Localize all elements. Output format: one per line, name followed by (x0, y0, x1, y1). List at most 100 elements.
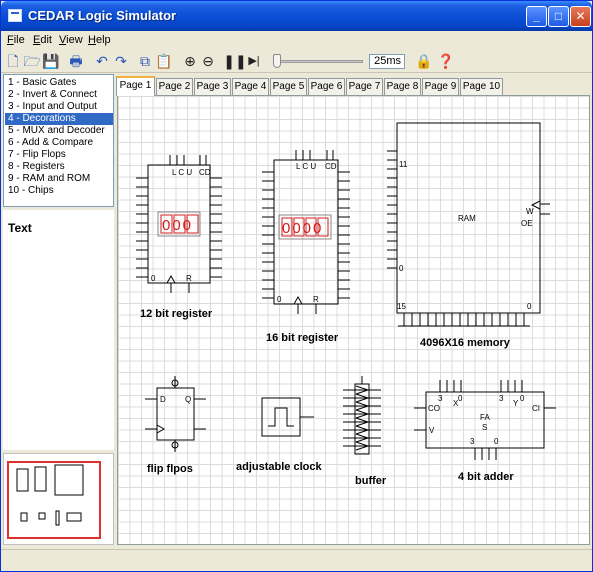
speed-value-field[interactable]: 25ms (369, 54, 405, 69)
adder-x-pin: X (453, 399, 459, 408)
ff-d-pin: D (160, 395, 166, 404)
help-icon[interactable]: ❓ (437, 52, 455, 70)
list-item[interactable]: 10 - Chips (5, 185, 113, 197)
adder-ci-pin: CI (532, 404, 540, 413)
reg16-display: 0000 (282, 220, 323, 237)
list-item[interactable]: 5 - MUX and Decoder (5, 125, 113, 137)
reg12-r-pin: R (186, 274, 192, 283)
adder-co-pin: CO (428, 404, 440, 413)
minimize-button[interactable]: _ (526, 6, 547, 27)
menu-view[interactable]: View (59, 34, 83, 46)
adder-y-pin: Y (513, 399, 519, 408)
ff-q-pin: Q (185, 395, 191, 404)
lock-icon[interactable]: 🔒 (415, 52, 433, 70)
maximize-button[interactable]: □ (548, 6, 569, 27)
list-item[interactable]: 9 - RAM and ROM (5, 173, 113, 185)
list-item[interactable]: 6 - Add & Compare (5, 137, 113, 149)
flip-flop[interactable] (145, 376, 206, 452)
adder-s-msb: 3 (470, 437, 475, 446)
tab-page-10[interactable]: Page 10 (460, 78, 503, 95)
adder-s-lsb: 0 (494, 437, 499, 446)
ram-pin-0-bottom: 0 (527, 302, 532, 311)
preview-viewport[interactable] (7, 461, 101, 539)
circuit-canvas[interactable]: L C U CD R 0 000 12 bit register L C U C… (117, 95, 590, 545)
adder-s-pin: S (482, 423, 487, 432)
menu-help[interactable]: Help (88, 34, 111, 46)
flipflop-label: flip flpos (147, 463, 193, 475)
tab-page-2[interactable]: Page 2 (156, 78, 193, 95)
ram-oe-pin: OE (521, 219, 533, 228)
speed-slider-thumb[interactable] (273, 54, 281, 68)
reg12-ctrl-pins: CD (199, 168, 211, 177)
undo-icon[interactable]: ↶ (93, 52, 111, 70)
tab-page-1[interactable]: Page 1 (116, 76, 155, 96)
circuit-drawing: L C U CD R 0 000 12 bit register L C U C… (136, 122, 556, 487)
clock-label: adjustable clock (236, 461, 322, 473)
text-component[interactable]: Text (8, 221, 32, 235)
adjustable-clock[interactable] (261, 397, 314, 437)
tab-page-5[interactable]: Page 5 (270, 78, 307, 95)
reg16-r-pin: R (313, 295, 319, 304)
page-preview[interactable] (3, 453, 114, 545)
reg12-d-pin: 0 (151, 274, 156, 283)
app-icon (8, 9, 22, 22)
list-item[interactable]: 8 - Registers (5, 161, 113, 173)
preview-thumbnail (16, 464, 84, 526)
adder-x-lsb: 0 (458, 394, 463, 403)
tab-page-7[interactable]: Page 7 (346, 78, 383, 95)
ram-w-pin: W (526, 207, 534, 216)
save-icon[interactable]: 💾 (42, 52, 60, 70)
tab-page-8[interactable]: Page 8 (384, 78, 421, 95)
reg12-display: 000 (162, 217, 193, 234)
speed-slider[interactable] (273, 60, 363, 63)
reg16-ctrl-pins: CD (325, 162, 337, 171)
list-item[interactable]: 1 - Basic Gates (5, 77, 113, 89)
copy-icon[interactable]: ⧉ (136, 52, 154, 70)
ram-name: RAM (458, 214, 476, 223)
buffer-label: buffer (355, 475, 387, 487)
buffer[interactable] (343, 376, 381, 455)
tab-page-9[interactable]: Page 9 (422, 78, 459, 95)
list-item[interactable]: 2 - Invert & Connect (5, 89, 113, 101)
toolbar: 🗋 🗁 💾 🖶 ↶ ↷ ⧉ 📋 ⊕ ⊖ ❚❚ ▶| 25ms 🔒 ❓ (1, 49, 592, 73)
adder-v-pin: V (429, 426, 435, 435)
print-icon[interactable]: 🖶 (67, 52, 85, 70)
reg16-label: 16 bit register (266, 332, 339, 344)
open-file-icon[interactable]: 🗁 (23, 52, 41, 70)
tab-page-3[interactable]: Page 3 (194, 78, 231, 95)
zoom-out-icon[interactable]: ⊖ (199, 52, 217, 70)
new-file-icon[interactable]: 🗋 (4, 52, 22, 70)
reg16-d-pin: 0 (277, 295, 282, 304)
list-item[interactable]: 7 - Flip Flops (5, 149, 113, 161)
pause-icon[interactable]: ❚❚ (223, 52, 246, 70)
adder-y-msb: 3 (499, 394, 504, 403)
reg12-top-pins: L C U (172, 168, 192, 177)
app-window: CEDAR Logic Simulator _ □ ✕ File Edit Vi… (0, 0, 593, 572)
adder-label: 4 bit adder (458, 471, 514, 483)
zoom-in-icon[interactable]: ⊕ (181, 52, 199, 70)
status-bar (1, 549, 592, 571)
close-button[interactable]: ✕ (570, 6, 591, 27)
ram-pin-0-left: 0 (399, 264, 404, 273)
list-item[interactable]: 3 - Input and Output (5, 101, 113, 113)
tab-page-6[interactable]: Page 6 (308, 78, 345, 95)
ram-label: 4096X16 memory (420, 337, 511, 349)
menu-bar: File Edit View Help (1, 31, 592, 49)
gate-category-list[interactable]: 1 - Basic Gates 2 - Invert & Connect 3 -… (3, 74, 114, 207)
paste-icon[interactable]: 📋 (155, 52, 173, 70)
title-bar[interactable]: CEDAR Logic Simulator _ □ ✕ (1, 1, 592, 31)
menu-edit[interactable]: Edit (33, 34, 52, 46)
reg16-top-pins: L C U (296, 162, 316, 171)
adder-y-lsb: 0 (520, 394, 525, 403)
component-palette[interactable]: Text (3, 210, 114, 450)
window-title: CEDAR Logic Simulator (28, 8, 177, 23)
step-icon[interactable]: ▶| (245, 52, 263, 70)
redo-icon[interactable]: ↷ (112, 52, 130, 70)
menu-file[interactable]: File (7, 34, 25, 46)
tab-page-4[interactable]: Page 4 (232, 78, 269, 95)
adder-x-msb: 3 (438, 394, 443, 403)
adder-name: FA (480, 413, 490, 422)
ram-pin-11: 11 (399, 160, 408, 169)
list-item-selected[interactable]: 4 - Decorations (5, 113, 113, 125)
reg12-label: 12 bit register (140, 308, 213, 320)
